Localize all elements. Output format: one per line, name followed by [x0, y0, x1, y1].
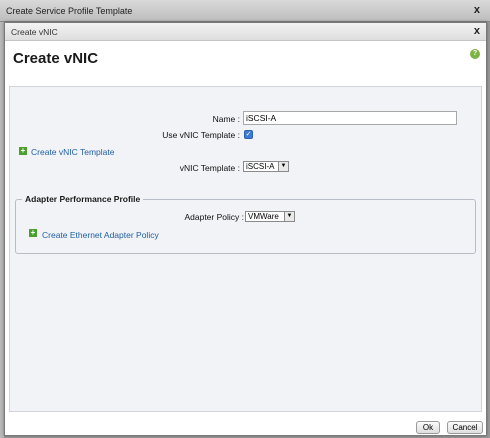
adapter-performance-group: Adapter Performance Profile Adapter Poli…: [15, 194, 476, 254]
adapter-policy-select[interactable]: VMWare ▼: [245, 211, 295, 222]
name-input[interactable]: [243, 111, 457, 125]
chevron-down-icon: ▼: [284, 212, 294, 221]
adapter-policy-value: VMWare: [248, 212, 279, 221]
use-template-checkbox[interactable]: ✓: [244, 130, 253, 139]
dialog-window-title: Create vNIC: [11, 27, 58, 37]
outer-window-title: Create Service Profile Template: [6, 6, 133, 16]
page-title: Create vNIC: [13, 50, 99, 67]
adapter-policy-label: Adapter Policy :: [184, 212, 244, 222]
ok-button[interactable]: Ok: [416, 421, 440, 434]
plus-icon: +: [19, 146, 27, 155]
vnic-template-value: iSCSI-A: [246, 162, 275, 171]
vnic-template-select[interactable]: iSCSI-A ▼: [243, 161, 289, 172]
plus-icon: +: [29, 228, 37, 237]
template-label: vNIC Template :: [179, 163, 240, 173]
use-template-label: Use vNIC Template :: [162, 130, 240, 140]
create-ethernet-adapter-policy-link[interactable]: Create Ethernet Adapter Policy: [42, 230, 159, 240]
outer-window-titlebar: Create Service Profile Template x: [0, 0, 490, 22]
dialog-titlebar: Create vNIC x: [5, 23, 486, 41]
adapter-section-title: Adapter Performance Profile: [22, 194, 144, 204]
form-panel: Name : Use vNIC Template : ✓ + Create vN…: [9, 86, 482, 412]
create-vnic-template-link[interactable]: Create vNIC Template: [31, 147, 114, 157]
help-icon[interactable]: ?: [470, 49, 480, 59]
close-icon[interactable]: x: [474, 25, 480, 37]
outer-close-icon[interactable]: x: [474, 4, 480, 16]
cancel-button[interactable]: Cancel: [447, 421, 483, 434]
chevron-down-icon: ▼: [278, 162, 288, 171]
name-label: Name :: [212, 114, 240, 124]
create-vnic-dialog: Create vNIC x Create vNIC ? Name : Use v…: [4, 22, 487, 436]
